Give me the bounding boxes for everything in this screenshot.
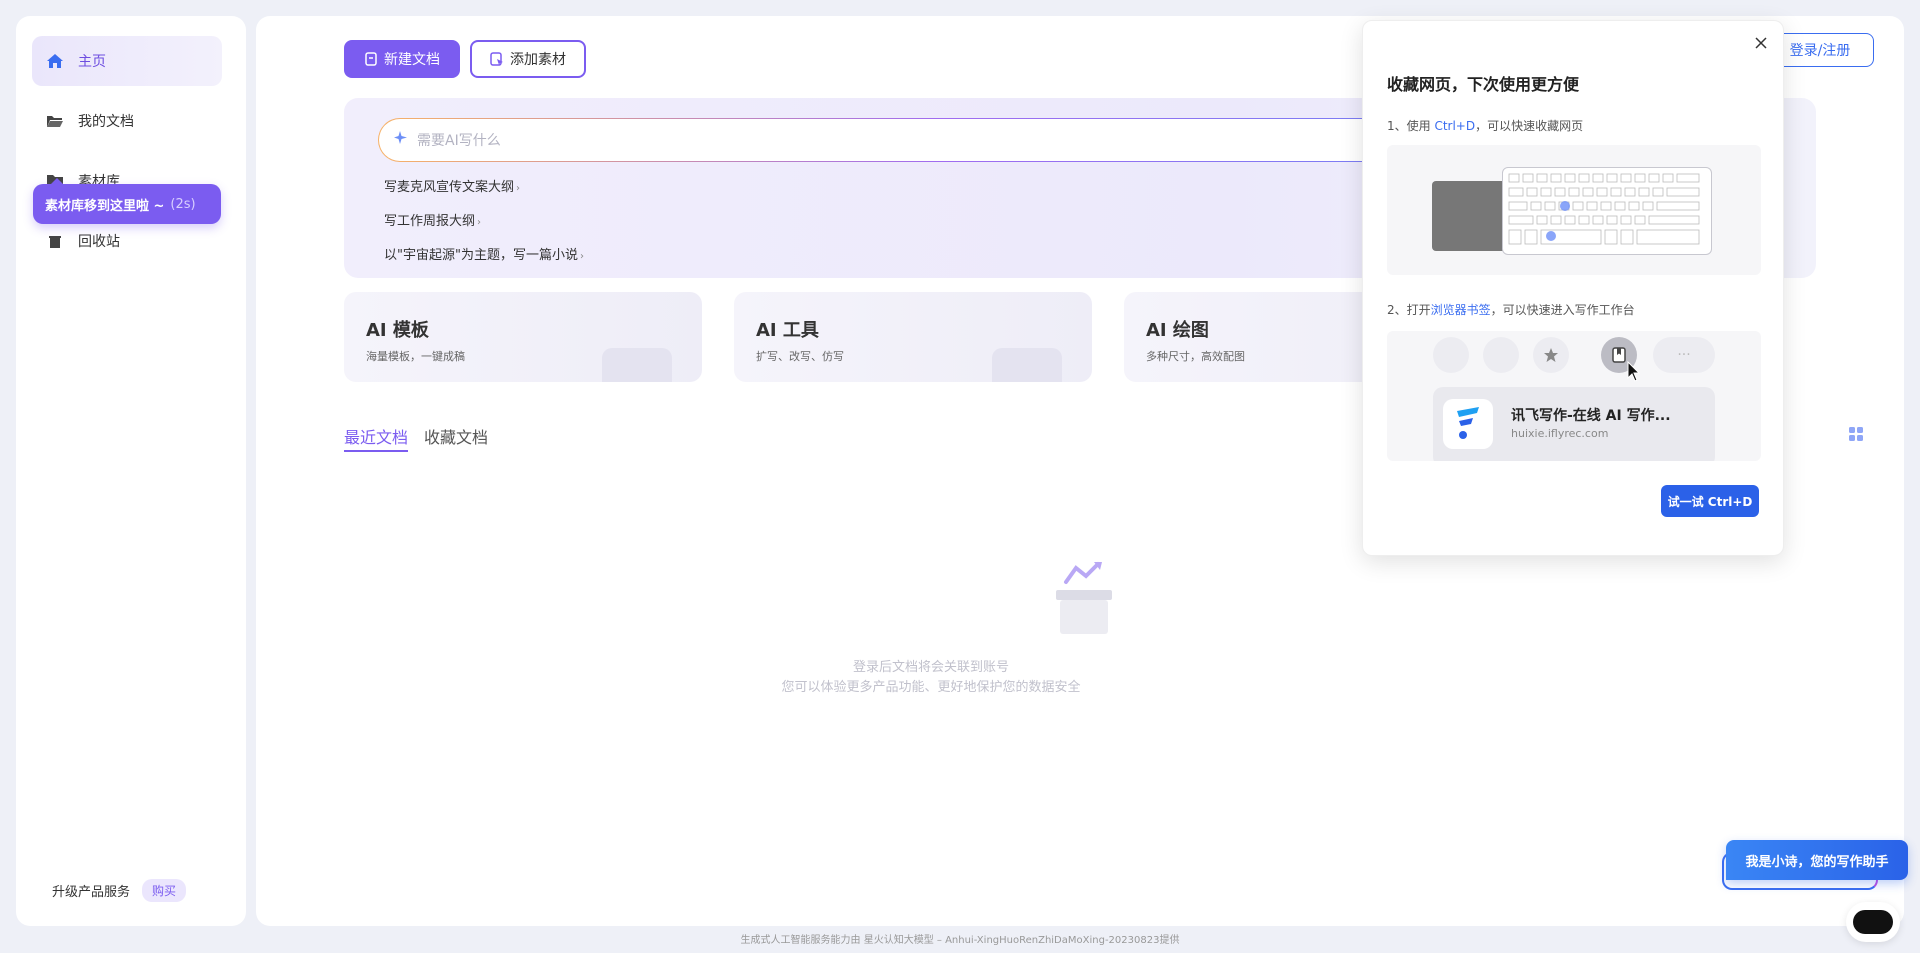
new-document-label: 新建文档 bbox=[384, 52, 440, 68]
card-desc: 多种尺寸，高效配图 bbox=[1146, 350, 1245, 363]
step2-suffix: ，可以快速进入写作工作台 bbox=[1490, 303, 1635, 317]
keyboard-illustration bbox=[1387, 145, 1761, 275]
bookmark-title: 讯飞写作-在线 AI 写作... bbox=[1511, 408, 1671, 424]
sidebar: 主页 我的文档 素材库 回收站 升级产品服务 购买 bbox=[16, 16, 246, 926]
bookmark-url: huixie.iflyrec.com bbox=[1511, 427, 1609, 440]
footer-notice: 生成式人工智能服务能力由 星火认知大模型 – Anhui-XingHuoRenZ… bbox=[740, 935, 1180, 946]
trash-icon bbox=[46, 233, 64, 249]
suggestion-text: 写工作周报大纲 bbox=[384, 214, 476, 229]
assistant-label: 我是小诗，您的写作助手 bbox=[1745, 854, 1889, 870]
grid-view-icon[interactable] bbox=[1848, 426, 1864, 446]
more-icon: ··· bbox=[1653, 337, 1715, 373]
document-tabs: 最近文档 收藏文档 bbox=[344, 424, 488, 452]
sidebar-item-home[interactable]: 主页 bbox=[32, 36, 222, 86]
login-label: 登录/注册 bbox=[1789, 43, 1851, 59]
step1-suffix: ，可以快速收藏网页 bbox=[1475, 119, 1584, 133]
popup-step2: 2、打开浏览器书签，可以快速进入写作工作台 bbox=[1387, 301, 1635, 318]
new-document-button[interactable]: 新建文档 bbox=[344, 40, 460, 78]
sidebar-item-label: 主页 bbox=[78, 54, 106, 70]
browser-button-icon bbox=[1433, 337, 1469, 373]
add-material-button[interactable]: 添加素材 bbox=[470, 40, 586, 78]
buy-label: 购买 bbox=[152, 884, 177, 898]
upgrade-label: 升级产品服务 bbox=[52, 885, 131, 900]
bookmark-illustration: ··· 讯飞写作-在线 AI 写作... huixie.iflyrec.com bbox=[1387, 331, 1761, 461]
suggestion-text: 以"宇宙起源"为主题，写一篇小说 bbox=[384, 248, 578, 263]
star-icon bbox=[1533, 337, 1569, 373]
tab-favorite[interactable]: 收藏文档 bbox=[424, 424, 488, 452]
tooltip-text: 素材库移到这里啦 ~ bbox=[45, 198, 165, 214]
card-desc: 扩写、改写、仿写 bbox=[756, 350, 844, 363]
close-icon[interactable] bbox=[1751, 33, 1771, 53]
step1-prefix: 1、使用 bbox=[1387, 119, 1435, 133]
add-material-label: 添加素材 bbox=[510, 52, 566, 68]
upgrade-service: 升级产品服务 购买 bbox=[52, 879, 187, 902]
add-material-icon bbox=[490, 52, 504, 66]
sparkle-icon bbox=[393, 130, 409, 150]
bookmark-card: 讯飞写作-在线 AI 写作... huixie.iflyrec.com bbox=[1433, 387, 1715, 461]
sidebar-item-label: 回收站 bbox=[78, 234, 120, 250]
empty-box-icon bbox=[1046, 560, 1116, 640]
step2-prefix: 2、打开 bbox=[1387, 303, 1431, 317]
bookmark-popup: 收藏网页，下次使用更方便 1、使用 Ctrl+D，可以快速收藏网页 2、打开浏览… bbox=[1362, 20, 1784, 556]
folder-open-icon bbox=[46, 113, 64, 129]
tab-recent[interactable]: 最近文档 bbox=[344, 424, 409, 452]
sidebar-item-label: 我的文档 bbox=[78, 114, 134, 130]
tool-illustration-icon bbox=[992, 348, 1062, 382]
buy-button[interactable]: 购买 bbox=[142, 879, 187, 902]
suggestion-item[interactable]: 以"宇宙起源"为主题，写一篇小说 › bbox=[384, 244, 584, 263]
arrow-right-icon: › bbox=[516, 183, 521, 194]
arrow-right-icon: › bbox=[477, 217, 482, 228]
suggestion-item[interactable]: 写工作周报大纲 › bbox=[384, 210, 481, 229]
sidebar-item-my-docs[interactable]: 我的文档 bbox=[32, 96, 222, 146]
template-illustration-icon bbox=[602, 348, 672, 382]
tooltip-countdown: (2s) bbox=[170, 196, 196, 212]
suggestion-item[interactable]: 写麦克风宣传文案大纲 › bbox=[384, 176, 520, 195]
cursor-icon bbox=[1627, 360, 1641, 387]
empty-message-line1: 登录后文档将会关联到账号 bbox=[852, 660, 1009, 675]
writing-assistant-bubble[interactable]: 我是小诗，您的写作助手 bbox=[1726, 840, 1908, 880]
step1-key: Ctrl+D bbox=[1434, 119, 1476, 133]
card-title: AI 模板 bbox=[366, 320, 429, 341]
materials-moved-tooltip: 素材库移到这里啦 ~ (2s) bbox=[33, 178, 221, 224]
browser-button-icon bbox=[1483, 337, 1519, 373]
step2-link[interactable]: 浏览器书签 bbox=[1431, 303, 1491, 317]
popup-title: 收藏网页，下次使用更方便 bbox=[1387, 75, 1580, 94]
empty-message-line2: 您可以体验更多产品功能、更好地保护您的数据安全 bbox=[781, 680, 1081, 695]
suggestion-text: 写麦克风宣传文案大纲 bbox=[384, 180, 515, 195]
ai-tool-card[interactable]: AI 工具 扩写、改写、仿写 bbox=[734, 292, 1092, 382]
light-keyboard-icon bbox=[1502, 167, 1712, 255]
ai-prompt-placeholder: 需要AI写什么 bbox=[417, 133, 501, 149]
arrow-right-icon: › bbox=[579, 251, 584, 262]
home-icon bbox=[46, 53, 64, 69]
try-ctrl-d-button[interactable]: 试一试 Ctrl+D bbox=[1661, 485, 1759, 517]
document-icon bbox=[364, 52, 378, 66]
ai-template-card[interactable]: AI 模板 海量模板，一键成稿 bbox=[344, 292, 702, 382]
card-title: AI 工具 bbox=[756, 320, 819, 341]
try-label: 试一试 Ctrl+D bbox=[1667, 494, 1753, 509]
popup-step1: 1、使用 Ctrl+D，可以快速收藏网页 bbox=[1387, 117, 1583, 134]
iflyrec-logo-icon bbox=[1443, 399, 1493, 449]
card-desc: 海量模板，一键成稿 bbox=[366, 350, 465, 363]
card-title: AI 绘图 bbox=[1146, 320, 1209, 341]
